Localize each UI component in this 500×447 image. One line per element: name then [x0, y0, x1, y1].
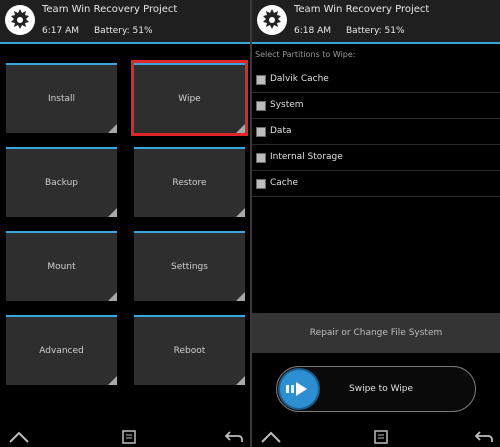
- back-arrow-icon[interactable]: [224, 430, 244, 444]
- header: Team Win Recovery Project 6:18 AM Batter…: [252, 0, 500, 42]
- clock: 6:17 AM: [42, 26, 79, 36]
- header: Team Win Recovery Project 6:17 AM Batter…: [0, 0, 250, 42]
- menu-icon[interactable]: [374, 430, 388, 444]
- settings-label: Settings: [171, 262, 208, 272]
- advanced-button[interactable]: Advanced: [6, 315, 117, 385]
- partition-row-dalvik-cache[interactable]: Dalvik Cache: [252, 70, 500, 92]
- partition-row-data[interactable]: Data: [252, 122, 500, 144]
- mount-button[interactable]: Mount: [6, 231, 117, 301]
- clock: 6:18 AM: [294, 26, 331, 36]
- advanced-label: Advanced: [39, 346, 84, 356]
- partition-row-cache[interactable]: Cache: [252, 174, 500, 196]
- swipe-to-wipe-slider[interactable]: Swipe to Wipe: [276, 366, 476, 412]
- partition-label: Dalvik Cache: [270, 74, 329, 84]
- checkbox[interactable]: [256, 179, 266, 189]
- settings-button[interactable]: Settings: [134, 231, 245, 301]
- checkbox[interactable]: [256, 153, 266, 163]
- twrp-logo-icon: [5, 5, 35, 35]
- restore-label: Restore: [172, 178, 207, 188]
- swipe-label: Swipe to Wipe: [349, 384, 414, 394]
- swipe-handle[interactable]: [280, 370, 318, 408]
- mount-label: Mount: [47, 262, 76, 272]
- partition-row-internal-storage[interactable]: Internal Storage: [252, 148, 500, 170]
- swipe-arrow-icon: [286, 382, 307, 396]
- row-divider: [252, 118, 500, 119]
- nav-bar: [252, 427, 500, 447]
- header-accent-line: [252, 42, 500, 44]
- home-icon[interactable]: [8, 430, 30, 444]
- checkbox[interactable]: [256, 101, 266, 111]
- nav-bar: [0, 427, 250, 447]
- partition-label: Data: [270, 126, 292, 136]
- partition-label: System: [270, 100, 304, 110]
- app-title: Team Win Recovery Project: [42, 4, 178, 15]
- menu-icon[interactable]: [122, 430, 136, 444]
- checkbox[interactable]: [256, 75, 266, 85]
- battery-status: Battery: 51%: [94, 26, 153, 36]
- home-icon[interactable]: [260, 430, 282, 444]
- partition-label: Internal Storage: [270, 152, 343, 162]
- partition-row-system[interactable]: System: [252, 96, 500, 118]
- reboot-label: Reboot: [173, 346, 206, 356]
- backup-label: Backup: [45, 178, 78, 188]
- wipe-button[interactable]: Wipe: [131, 60, 248, 136]
- app-title: Team Win Recovery Project: [294, 4, 430, 15]
- install-label: Install: [47, 94, 76, 104]
- twrp-logo-icon: [257, 5, 287, 35]
- battery-status: Battery: 51%: [346, 26, 405, 36]
- row-divider: [252, 92, 500, 93]
- repair-file-system-button[interactable]: Repair or Change File System: [252, 313, 500, 353]
- checkbox[interactable]: [256, 127, 266, 137]
- install-button[interactable]: Install: [6, 63, 117, 133]
- row-divider: [252, 144, 500, 145]
- row-divider: [252, 170, 500, 171]
- wipe-screen: Team Win Recovery Project 6:18 AM Batter…: [252, 0, 500, 447]
- row-divider: [252, 196, 500, 197]
- reboot-button[interactable]: Reboot: [134, 315, 245, 385]
- back-arrow-icon[interactable]: [474, 430, 494, 444]
- header-accent-line: [0, 42, 250, 44]
- section-label: Select Partitions to Wipe:: [255, 50, 356, 59]
- partition-label: Cache: [270, 178, 298, 188]
- wipe-label: Wipe: [178, 94, 201, 104]
- main-menu-screen: Team Win Recovery Project 6:17 AM Batter…: [0, 0, 250, 447]
- backup-button[interactable]: Backup: [6, 147, 117, 217]
- restore-button[interactable]: Restore: [134, 147, 245, 217]
